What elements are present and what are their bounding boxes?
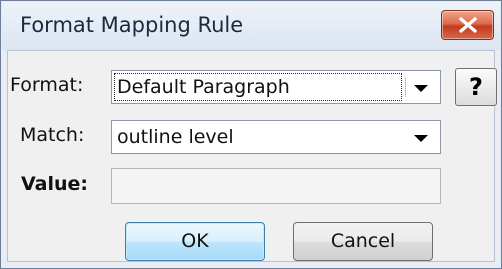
match-label: Match: <box>20 124 85 146</box>
help-button[interactable]: ? <box>455 68 497 106</box>
format-dropdown-value: Default Paragraph <box>117 76 290 98</box>
format-dropdown[interactable]: Default Paragraph <box>111 70 441 104</box>
format-label: Format: <box>10 74 84 96</box>
cancel-button[interactable]: Cancel <box>293 222 433 261</box>
close-icon <box>459 17 477 33</box>
chevron-down-icon[interactable] <box>414 135 428 142</box>
ok-button[interactable]: OK <box>125 222 265 261</box>
format-mapping-rule-dialog: Format Mapping Rule Format: Default Para… <box>0 0 502 269</box>
title-bar[interactable]: Format Mapping Rule <box>2 2 500 50</box>
chevron-down-icon[interactable] <box>414 85 428 92</box>
dialog-body: Format: Default Paragraph ? Match: outli… <box>7 50 497 262</box>
match-dropdown[interactable]: outline level <box>111 120 441 154</box>
dropdown-separator <box>405 77 406 97</box>
match-dropdown-value: outline level <box>117 126 234 148</box>
value-field[interactable] <box>111 168 441 204</box>
close-button[interactable] <box>441 10 494 40</box>
value-label: Value: <box>21 173 89 195</box>
dialog-title: Format Mapping Rule <box>20 13 244 37</box>
